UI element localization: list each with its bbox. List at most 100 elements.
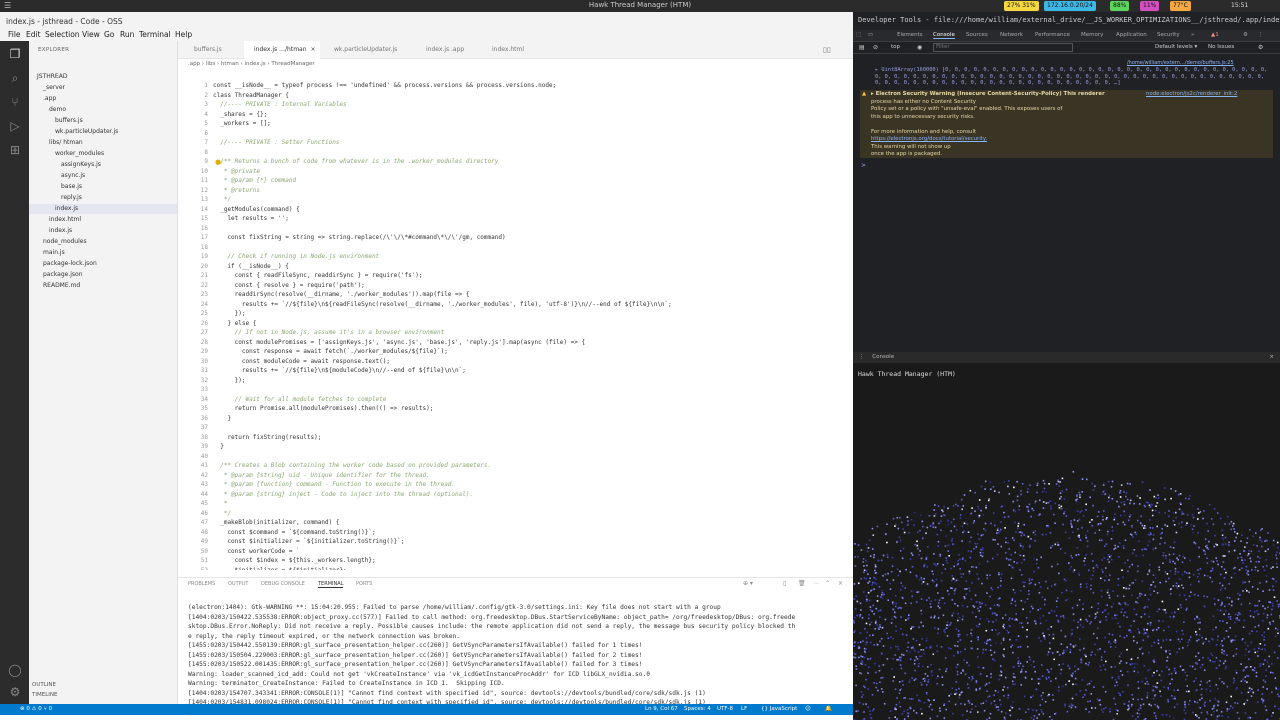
language-mode[interactable]: {} JavaScript: [761, 704, 797, 715]
warning-line[interactable]: https://electronjs.org/docs/tutorial/sec…: [871, 136, 1151, 144]
tab-buffers[interactable]: buffers.js: [184, 41, 244, 59]
menu-selection[interactable]: Selection: [45, 30, 80, 39]
code-editor[interactable]: 1 const __isNode__ = typeof process !== '…: [178, 70, 853, 570]
context-select[interactable]: top: [891, 44, 900, 50]
timeline-section[interactable]: TIMELINE: [32, 690, 57, 700]
problems-status[interactable]: ⊗ 0 ⚠ 0 ⑂ 0: [20, 704, 52, 715]
tab-sources[interactable]: Sources: [966, 32, 988, 38]
indentation[interactable]: Spaces: 4: [684, 704, 711, 715]
tab-index-htman[interactable]: index.js …/htman ×: [244, 41, 320, 59]
tree-item[interactable]: index.html: [29, 215, 177, 225]
tab-memory[interactable]: Memory: [1081, 32, 1103, 38]
menu-go[interactable]: Go: [104, 30, 114, 39]
tab-elements[interactable]: Elements: [897, 32, 923, 38]
eol[interactable]: LF: [741, 704, 747, 715]
tab-problems[interactable]: PROBLEMS: [188, 581, 215, 587]
inspect-icon[interactable]: ⬚: [856, 32, 861, 38]
tab-security[interactable]: Security: [1157, 32, 1180, 38]
notifications-icon[interactable]: 🔔: [825, 704, 832, 715]
tree-item[interactable]: worker_modules: [29, 149, 177, 159]
close-icon[interactable]: ×: [311, 46, 316, 53]
more-icon[interactable]: ⋯: [813, 580, 819, 587]
menu-help[interactable]: Help: [175, 30, 192, 39]
tab-index-html[interactable]: index.html: [482, 41, 546, 59]
search-icon[interactable]: ⌕: [8, 71, 22, 85]
split-terminal-icon[interactable]: ▯: [783, 580, 786, 587]
extensions-icon[interactable]: ⊞: [8, 143, 22, 157]
tree-item[interactable]: index.js: [29, 204, 177, 214]
menu-file[interactable]: File: [8, 30, 21, 39]
tab-ports[interactable]: PORTS: [356, 581, 372, 587]
tab-terminal[interactable]: TERMINAL: [318, 581, 344, 588]
tree-item[interactable]: package-lock.json: [29, 259, 177, 269]
maximize-panel-icon[interactable]: ⌃: [825, 580, 830, 587]
tree-item[interactable]: main.js: [29, 248, 177, 258]
console-settings-icon[interactable]: ⚙: [1258, 44, 1263, 51]
close-panel-icon[interactable]: ×: [838, 580, 843, 587]
tab-network[interactable]: Network: [1000, 32, 1023, 38]
clear-console-icon[interactable]: ⊘: [873, 44, 878, 51]
tree-item[interactable]: README.md: [29, 281, 177, 291]
new-terminal-icon[interactable]: ⊕ ▾: [743, 580, 753, 587]
menu-terminal[interactable]: Terminal: [139, 30, 171, 39]
split-editor-icon[interactable]: ▯▯: [823, 46, 831, 54]
drawer-menu-icon[interactable]: ⋮: [859, 354, 865, 360]
feedback-icon[interactable]: ☺: [805, 704, 811, 715]
settings-gear-icon[interactable]: ⚙: [8, 685, 22, 699]
menu-edit[interactable]: Edit: [26, 30, 41, 39]
tree-item[interactable]: .app: [29, 94, 177, 104]
tree-item[interactable]: buffers.js: [29, 116, 177, 126]
particle-canvas[interactable]: [853, 427, 1280, 720]
close-icon[interactable]: ×: [1269, 352, 1274, 363]
particle: [1020, 622, 1023, 624]
drawer-tab-console[interactable]: Console: [872, 354, 894, 360]
device-toggle-icon[interactable]: ▭: [868, 32, 873, 38]
eye-icon[interactable]: ◉: [917, 44, 922, 51]
tree-item[interactable]: libs/ htman: [29, 138, 177, 148]
settings-gear-icon[interactable]: ⚙: [1243, 32, 1248, 38]
issues-button[interactable]: No Issues: [1208, 44, 1234, 50]
account-icon[interactable]: ◯: [8, 663, 22, 677]
tree-item[interactable]: _server: [29, 83, 177, 93]
tree-item[interactable]: demo: [29, 105, 177, 115]
encoding[interactable]: UTF-8: [717, 704, 733, 715]
cursor-position[interactable]: Ln 9, Col 67: [645, 704, 678, 715]
menu-run[interactable]: Run: [120, 30, 134, 39]
more-tabs-icon[interactable]: »: [1191, 32, 1194, 38]
outline-section[interactable]: OUTLINE: [32, 680, 56, 690]
tab-console[interactable]: Console: [933, 32, 955, 39]
particle: [1075, 554, 1077, 556]
tab-debug-console[interactable]: DEBUG CONSOLE: [261, 581, 305, 587]
tree-item[interactable]: wk.particleUpdater.js: [29, 127, 177, 137]
tree-item[interactable]: assignKeys.js: [29, 160, 177, 170]
explorer-icon[interactable]: ❐: [8, 47, 22, 61]
tab-application[interactable]: Application: [1116, 32, 1147, 38]
tree-item[interactable]: reply.js: [29, 193, 177, 203]
trash-icon[interactable]: 🗑: [798, 580, 806, 587]
tab-performance[interactable]: Performance: [1035, 32, 1070, 38]
warning-source-link[interactable]: node:electron/js2c/renderer_init:2: [1146, 91, 1237, 99]
tree-item[interactable]: base.js: [29, 182, 177, 192]
filter-input[interactable]: Filter: [933, 43, 1073, 52]
sidebar-toggle-icon[interactable]: ▤: [859, 44, 865, 51]
source-control-icon[interactable]: ⑂: [8, 95, 22, 109]
tab-particle-updater[interactable]: wk.particleUpdater.js: [324, 41, 416, 59]
tab-index-app[interactable]: index.js .app: [416, 41, 480, 59]
tab-output[interactable]: OUTPUT: [228, 581, 248, 587]
console-prompt[interactable]: >: [861, 162, 866, 169]
tree-item[interactable]: package.json: [29, 270, 177, 280]
tree-item[interactable]: async.js: [29, 171, 177, 181]
tree-item[interactable]: JSTHREAD: [29, 72, 177, 82]
more-icon[interactable]: ⋮: [1258, 32, 1264, 38]
tree-item[interactable]: node_modules: [29, 237, 177, 247]
warning-count-icon[interactable]: ▲1: [1211, 32, 1219, 38]
lightbulb-icon[interactable]: ●: [215, 158, 221, 166]
log-levels-select[interactable]: Default levels ▾: [1155, 44, 1197, 50]
console-log-entry[interactable]: ▸ Uint8Array(160000) [0, 0, 0, 0, 0, 0, …: [875, 67, 1273, 87]
log-source-link[interactable]: /home/william/extern…/demo/buffers.js:25: [1127, 60, 1234, 66]
terminal-output[interactable]: (electron:1404): Gtk-WARNING **: 15:04:2…: [188, 603, 848, 717]
tree-item[interactable]: index.js: [29, 226, 177, 236]
menu-view[interactable]: View: [82, 30, 100, 39]
run-debug-icon[interactable]: ▷: [8, 119, 22, 133]
breadcrumb-path[interactable]: .app › libs › htman › index.js › ThreadM…: [188, 61, 315, 67]
